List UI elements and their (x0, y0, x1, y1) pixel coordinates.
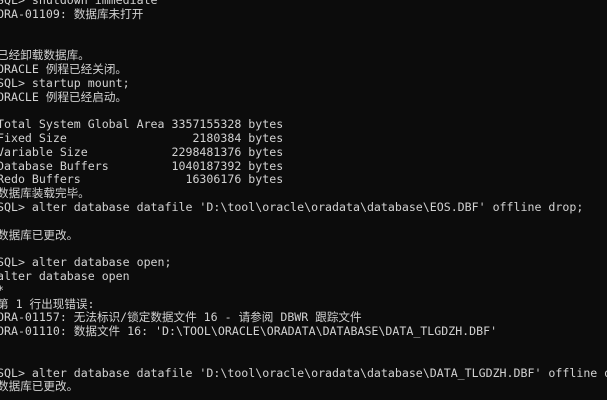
console-blank-line (0, 104, 607, 118)
console-blank-line (0, 242, 607, 256)
console-output: SQL> shutdown immediate ORA-01109: 数据库未打开… (0, 0, 607, 394)
console-command-line: SQL> alter database datafile 'D:\tool\or… (0, 199, 584, 214)
console-line: * (0, 283, 607, 298)
console-line: 数据库已更改。 (0, 379, 79, 394)
console-command-line: SQL> startup mount; (0, 75, 130, 90)
console-blank-line (0, 215, 607, 229)
console-command-line: SQL> alter database open; (0, 255, 172, 270)
console-blank-line (0, 35, 607, 49)
console-line: 已经卸载数据库。 (0, 48, 90, 63)
console-line: Total System Global Area 3357155328 byte… (0, 117, 284, 132)
console-error-line: ORA-01110: 数据文件 16: 'D:\TOOL\ORACLE\ORAD… (0, 324, 498, 339)
console-error-line: ORA-01109: 数据库未打开 (0, 6, 144, 21)
console-line: 第 1 行出现错误: (0, 296, 95, 311)
console-line: Database Buffers 1040187392 bytes (0, 158, 284, 173)
console-error-line: ORA-01157: 无法标识/锁定数据文件 16 - 请参阅 DBWR 跟踪文… (0, 310, 362, 325)
console-blank-line (0, 353, 607, 367)
console-line: 数据库装载完毕。 (0, 186, 90, 201)
console-line: Variable Size 2298481376 bytes (0, 144, 284, 159)
console-command-line: SQL> alter database datafile 'D:\tool\or… (0, 365, 607, 380)
console-line: 数据库已更改。 (0, 227, 79, 242)
console-line: Fixed Size 2180384 bytes (0, 130, 284, 145)
console-blank-line (0, 339, 607, 353)
console-blank-line (0, 22, 607, 36)
console-line: ORACLE 例程已经关闭。 (0, 61, 128, 76)
console-line: ORACLE 例程已经启动。 (0, 89, 128, 104)
console-line: alter database open (0, 268, 130, 283)
console-line: Redo Buffers 16306176 bytes (0, 172, 284, 187)
console-window[interactable]: SQL> shutdown immediate ORA-01109: 数据库未打开… (0, 0, 607, 400)
